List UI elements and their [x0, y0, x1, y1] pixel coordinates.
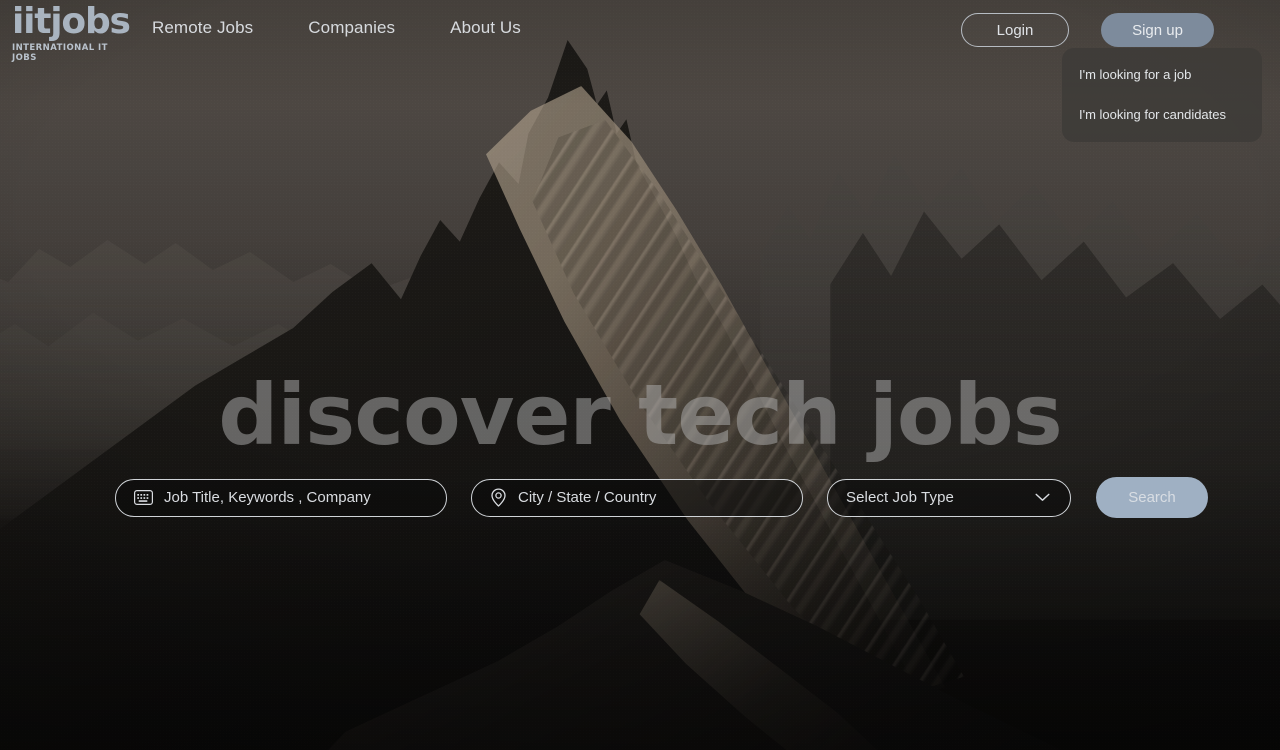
location-search-input[interactable]: [518, 489, 784, 506]
hero-headline: discover tech jobs: [218, 366, 1062, 464]
main-navigation: Remote Jobs Companies About Us: [152, 18, 521, 38]
keyword-search-input[interactable]: [164, 489, 428, 506]
logo-dot-icon: [15, 6, 20, 11]
nav-link-about-us[interactable]: About Us: [450, 18, 521, 38]
search-button[interactable]: Search: [1096, 477, 1208, 518]
auth-actions: Login Sign up: [961, 13, 1214, 47]
signup-menu-item-employer[interactable]: I'm looking for candidates: [1062, 101, 1262, 128]
signup-menu-item-job-seeker[interactable]: I'm looking for a job: [1062, 61, 1262, 88]
brand-logo[interactable]: iitjobs INTERNATIONAL IT JOBS: [12, 1, 132, 64]
keyword-search-field[interactable]: [115, 478, 447, 517]
location-search-field[interactable]: [471, 478, 803, 517]
map-pin-icon: [490, 488, 507, 507]
signup-dropdown-menu: I'm looking for a job I'm looking for ca…: [1062, 48, 1262, 142]
brand-name: iitjobs: [12, 1, 131, 42]
signup-button[interactable]: Sign up: [1101, 13, 1214, 47]
job-type-select[interactable]: Select Job Type: [827, 478, 1071, 517]
landing-page: iitjobs INTERNATIONAL IT JOBS Remote Job…: [0, 0, 1280, 750]
nav-link-companies[interactable]: Companies: [308, 18, 395, 38]
job-search-bar: Select Job Type Search: [115, 477, 1208, 518]
brand-tagline: INTERNATIONAL IT JOBS: [12, 43, 108, 63]
job-type-selected-value: Select Job Type: [846, 489, 954, 506]
keyboard-icon: [134, 490, 153, 505]
login-button[interactable]: Login: [961, 13, 1069, 47]
nav-link-remote-jobs[interactable]: Remote Jobs: [152, 18, 253, 38]
chevron-down-icon[interactable]: [1035, 493, 1050, 502]
